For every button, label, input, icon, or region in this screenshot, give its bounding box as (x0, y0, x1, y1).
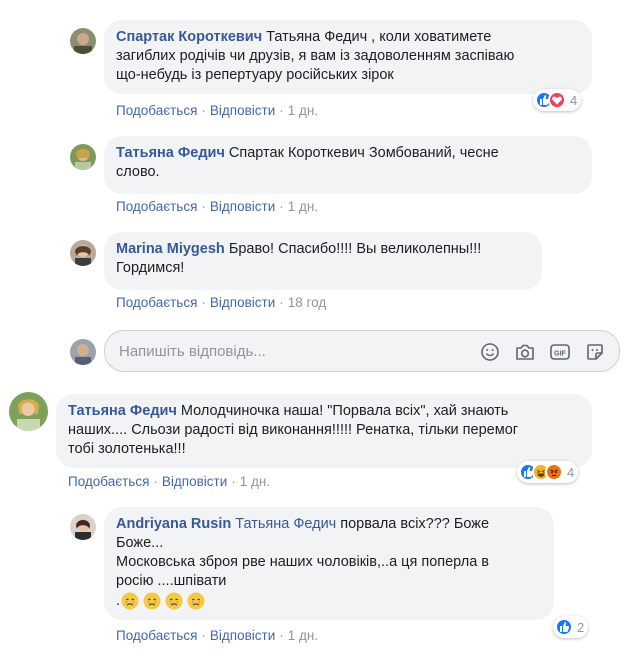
comment-author[interactable]: Татьяна Федич (116, 145, 225, 161)
comment-text: Гордимся! (116, 260, 185, 276)
sad-emoji-icon (165, 592, 183, 610)
avatar[interactable] (70, 28, 96, 54)
timestamp[interactable]: 1 дн. (288, 628, 318, 643)
reply-input[interactable]: Напишіть відповідь... GIF (104, 330, 620, 372)
comment-text: Молодчиночка наша! "Порвала всіх", хай з… (180, 403, 509, 419)
comment-text: Спартак Короткевич Зомбований, чесне (228, 145, 499, 161)
comment-text: Московська зброя рве наших чоловіків,..а… (116, 554, 490, 570)
reactions-count: 2 (577, 619, 585, 635)
reply-link[interactable]: Відповісти (210, 199, 275, 214)
avatar[interactable] (70, 514, 96, 540)
like-reaction-icon (555, 618, 573, 636)
reply-tools: GIF (478, 341, 607, 363)
angry-reaction-icon (545, 463, 563, 481)
comment-author[interactable]: Andriyana Rusin (116, 516, 231, 532)
comment-text: тобі золотенька!!! (68, 441, 186, 457)
avatar[interactable] (9, 392, 48, 431)
current-user-avatar (70, 339, 96, 365)
avatar[interactable] (70, 240, 96, 266)
reply-link[interactable]: Відповісти (162, 474, 227, 489)
comment-text: росію ....шпівати (116, 573, 227, 589)
comment-bubble: Спартак Короткевич Татьяна Федич , коли … (104, 20, 592, 94)
like-link[interactable]: Подобається (116, 199, 197, 214)
reactions-count: 4 (567, 464, 575, 480)
comment-text: Татьяна Федич , коли ховатимете (266, 29, 492, 45)
timestamp[interactable]: 1 дн. (288, 103, 318, 118)
comment-bubble: Татьяна Федич Молодчиночка наша! "Порвал… (56, 394, 592, 468)
like-link[interactable]: Подобається (116, 628, 197, 643)
comment-bubble: Andriyana Rusin Татьяна Федич порвала вс… (104, 507, 554, 620)
comment-actions: Подобається · Відповісти · 1 дн. (68, 474, 271, 489)
timestamp[interactable]: 18 год (288, 295, 326, 310)
comment-actions: Подобається · Відповісти · 18 год (116, 295, 327, 310)
avatar[interactable] (70, 144, 96, 170)
comment-bubble: Татьяна Федич Спартак Короткевич Зомбова… (104, 136, 592, 194)
comment-author[interactable]: Татьяна Федич (68, 403, 177, 419)
comment-bubble: Marina Miygesh Браво! Спасибо!!!! Вы вел… (104, 232, 542, 290)
comment-text: Боже... (116, 535, 164, 551)
comment-actions: Подобається · Відповісти · 1 дн. (116, 199, 319, 214)
reply-link[interactable]: Відповісти (210, 295, 275, 310)
love-reaction-icon (548, 91, 566, 109)
comment-author[interactable]: Спартак Короткевич (116, 29, 262, 45)
reply-placeholder: Напишіть відповідь... (119, 343, 266, 360)
sticker-icon[interactable] (583, 341, 607, 363)
like-link[interactable]: Подобається (116, 295, 197, 310)
reactions-count: 4 (570, 92, 578, 108)
comment-text: наших.... Сльози радості від виконання!!… (68, 422, 519, 438)
sad-emoji-icon (187, 592, 205, 610)
timestamp[interactable]: 1 дн. (240, 474, 270, 489)
mention-link[interactable]: Татьяна Федич (235, 516, 336, 532)
reply-link[interactable]: Відповісти (210, 103, 275, 118)
reactions-summary[interactable]: 4 (517, 461, 579, 483)
reactions-summary[interactable]: 2 (553, 616, 589, 638)
comment-text: порвала всіх??? Боже (340, 516, 490, 532)
reactions-summary[interactable]: 4 (533, 89, 582, 111)
emoji-icon[interactable] (478, 341, 502, 363)
gif-icon[interactable]: GIF (548, 341, 572, 363)
comment-actions: Подобається · Відповісти · 1 дн. (116, 103, 319, 118)
like-link[interactable]: Подобається (68, 474, 149, 489)
comment-author[interactable]: Marina Miygesh (116, 241, 225, 257)
sad-emoji-icon (143, 592, 161, 610)
comment-text: Браво! Спасибо!!!! Вы великолепны!!! (228, 241, 482, 257)
comment-actions: Подобається · Відповісти · 1 дн. (116, 628, 319, 643)
timestamp[interactable]: 1 дн. (288, 199, 318, 214)
like-link[interactable]: Подобається (116, 103, 197, 118)
reply-link[interactable]: Відповісти (210, 628, 275, 643)
comment-emoji-line: . (116, 591, 542, 611)
comment-text: загиблих родічів чи друзів, я вам із зад… (116, 48, 515, 64)
comment-text: слово. (116, 164, 160, 180)
comment-text: що-небудь із репертуару російських зірок (116, 67, 394, 83)
camera-icon[interactable] (513, 341, 537, 363)
sad-emoji-icon (121, 592, 139, 610)
sad-emoji-group (120, 591, 206, 611)
svg-text:GIF: GIF (554, 351, 566, 358)
